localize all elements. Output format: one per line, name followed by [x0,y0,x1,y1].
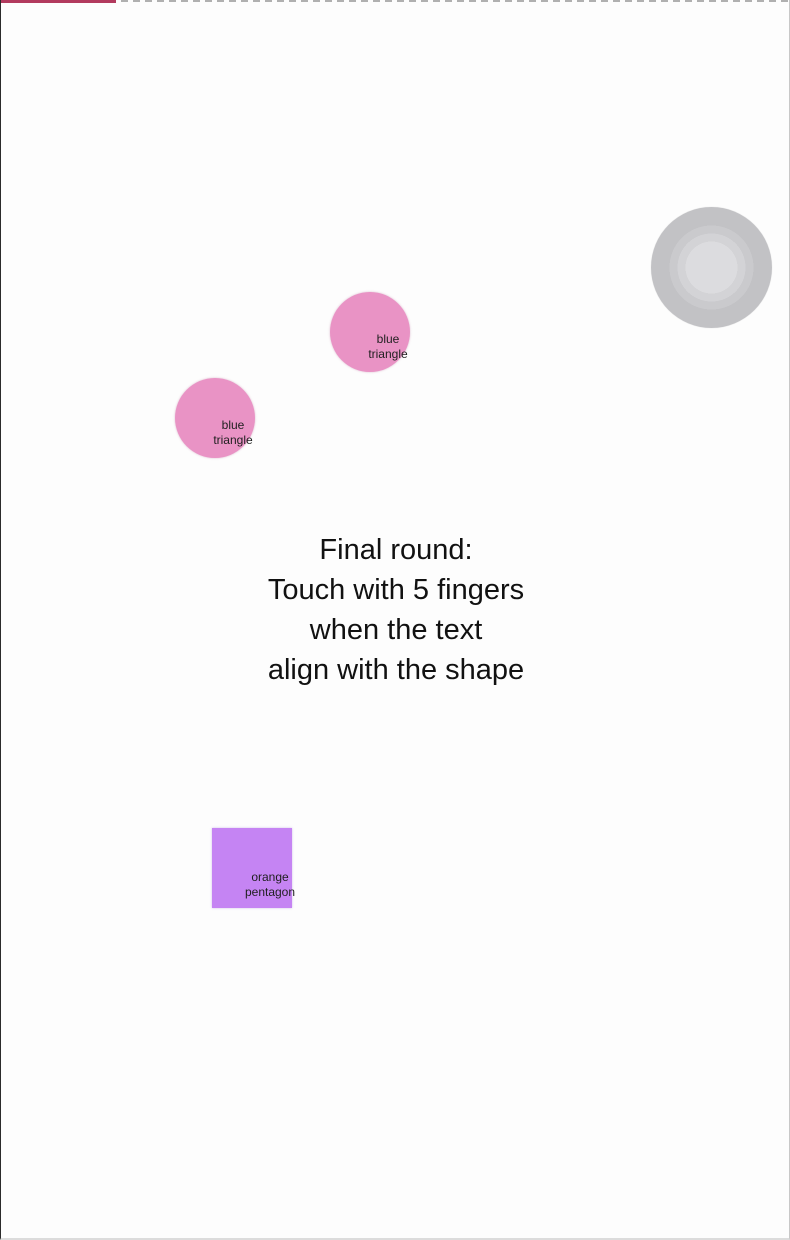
progress-track [1,0,790,3]
instruction-line: Touch with 5 fingers [267,574,525,606]
instruction-line: align with the shape [267,654,525,686]
shape-label: blue triangle [368,332,408,361]
progress-fill [1,0,116,3]
instruction-line: when the text [309,614,483,646]
touch-ring-icon [651,207,772,328]
instruction-text: Final round: Touch with 5 fingers when t… [196,530,596,690]
shape-label: blue triangle [213,418,253,447]
instruction-line: Final round: [319,534,473,566]
game-canvas[interactable]: blue triangle blue triangle Final round:… [0,0,790,1240]
shape-label: orange pentagon [244,870,296,899]
